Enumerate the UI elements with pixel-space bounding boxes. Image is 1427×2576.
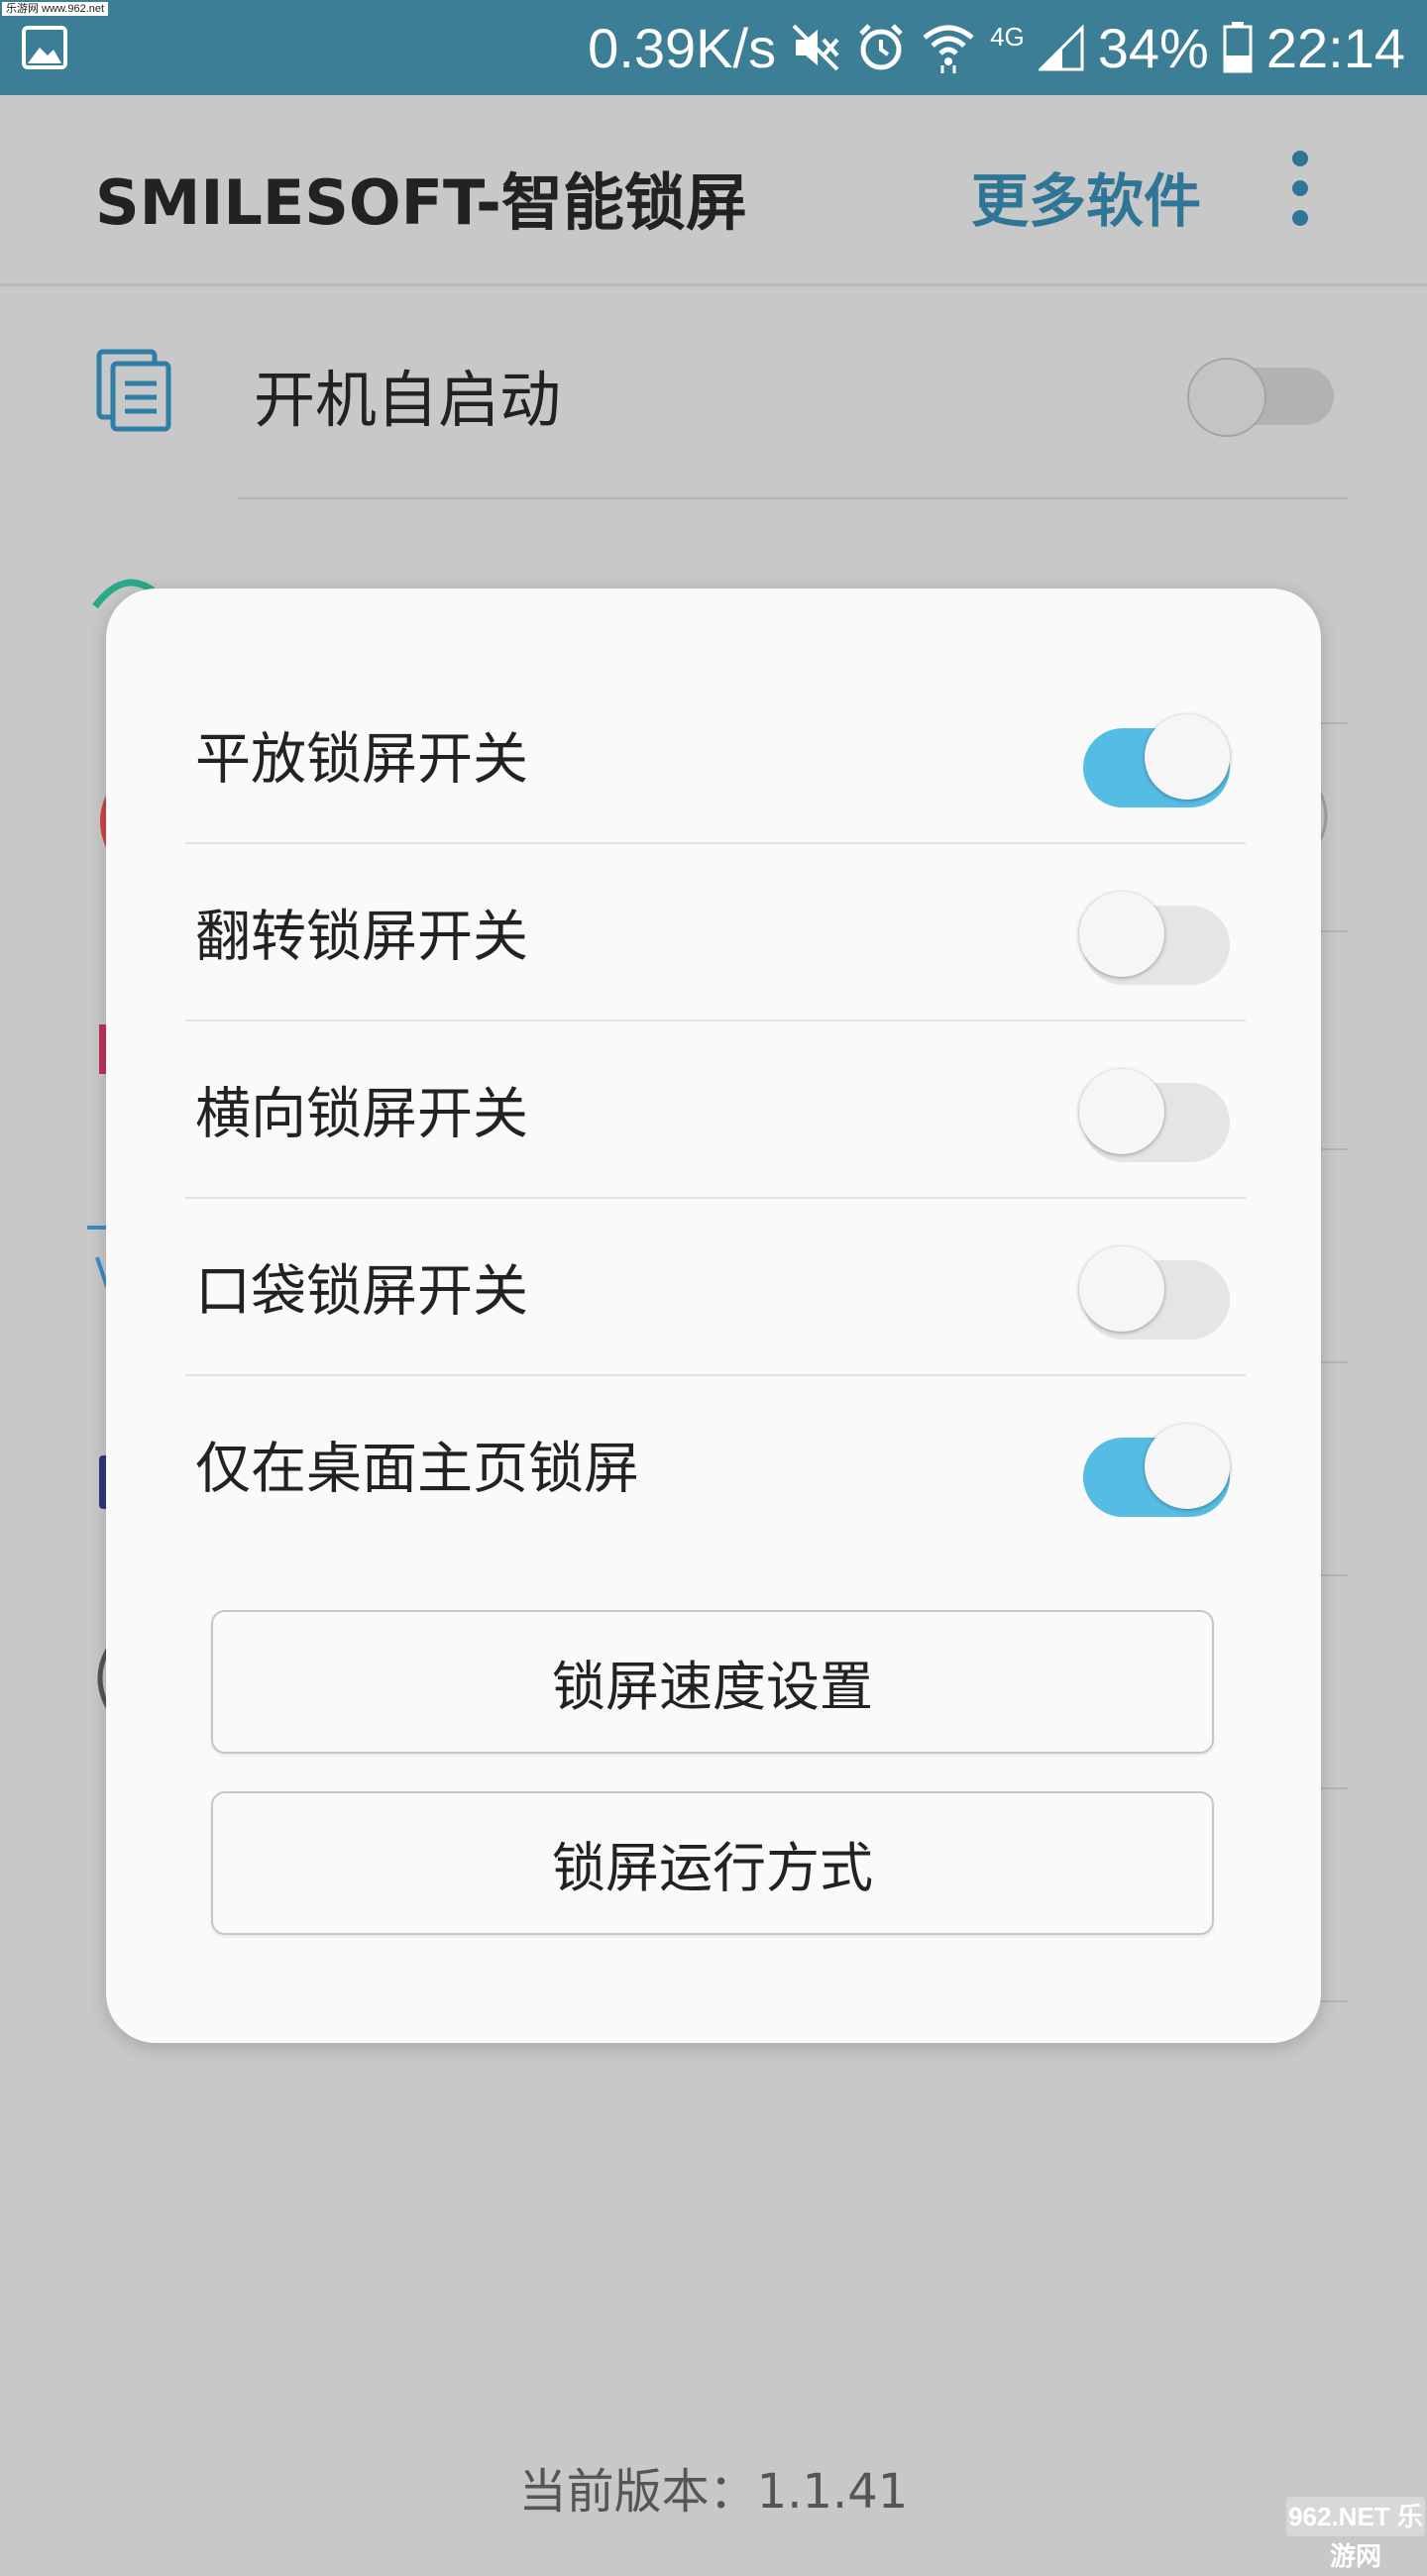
toggle-row-landscape-lock[interactable]: 横向锁屏开关 <box>106 1021 1321 1198</box>
battery-icon <box>1223 22 1253 73</box>
toggle-label: 翻转锁屏开关 <box>195 905 528 970</box>
status-bar: 乐游网 www.962.net 0.39K/s 4G 34% 22:14 <box>0 0 1427 95</box>
document-icon <box>96 349 171 432</box>
landscape-lock-switch[interactable] <box>1079 1065 1234 1162</box>
settings-list: 开机自启动 <box>0 286 1427 2002</box>
more-software-button[interactable]: 更多软件 <box>971 155 1201 238</box>
flip-lock-switch[interactable] <box>1079 888 1234 985</box>
overflow-menu-icon[interactable] <box>1284 151 1316 226</box>
toggle-label: 平放锁屏开关 <box>195 727 528 793</box>
toggle-label: 仅在桌面主页锁屏 <box>195 1437 639 1502</box>
lock-run-mode-button[interactable]: 锁屏运行方式 <box>211 1791 1214 1935</box>
toggle-row-home-only-lock[interactable]: 仅在桌面主页锁屏 <box>106 1376 1321 1553</box>
list-item-autostart[interactable]: 开机自启动 <box>0 286 1427 499</box>
toggle-row-flip-lock[interactable]: 翻转锁屏开关 <box>106 844 1321 1020</box>
network-type: 4G <box>990 22 1025 52</box>
version-text: 当前版本：1.1.41 <box>518 2464 909 2520</box>
net-speed: 0.39K/s <box>588 16 777 79</box>
alarm-icon <box>859 24 903 70</box>
app-toolbar: SMILESOFT-智能锁屏 更多软件 <box>0 95 1427 286</box>
battery-level: 34% <box>1097 16 1209 79</box>
pocket-lock-switch[interactable] <box>1079 1242 1234 1340</box>
toggle-label: 口袋锁屏开关 <box>195 1259 528 1325</box>
site-watermark: 962.NET 乐游网 <box>1286 2497 1425 2571</box>
toggle-row-pocket-lock[interactable]: 口袋锁屏开关 <box>106 1199 1321 1375</box>
home-only-lock-switch[interactable] <box>1079 1420 1234 1517</box>
flat-lock-switch[interactable] <box>1079 710 1234 807</box>
toggle-label: 横向锁屏开关 <box>195 1082 528 1147</box>
clock: 22:14 <box>1265 16 1405 79</box>
list-item-label: 开机自启动 <box>254 364 562 436</box>
lock-speed-settings-button[interactable]: 锁屏速度设置 <box>211 1610 1214 1754</box>
toggle-row-flat-lock[interactable]: 平放锁屏开关 <box>106 667 1321 843</box>
wifi-icon <box>923 25 974 73</box>
app-title: SMILESOFT-智能锁屏 <box>95 166 747 239</box>
divider <box>238 497 1348 499</box>
autostart-switch[interactable] <box>1187 352 1334 437</box>
gallery-icon <box>22 26 67 69</box>
status-indicators: 0.39K/s 4G 34% 22:14 <box>588 0 1405 95</box>
mute-icon <box>792 24 839 71</box>
watermark-tag: 乐游网 www.962.net <box>2 2 109 16</box>
lock-settings-dialog: 平放锁屏开关 翻转锁屏开关 横向锁屏开关 口袋锁屏开关 仅在桌面主页锁屏 锁屏速… <box>106 589 1321 2043</box>
signal-icon <box>1038 24 1084 71</box>
